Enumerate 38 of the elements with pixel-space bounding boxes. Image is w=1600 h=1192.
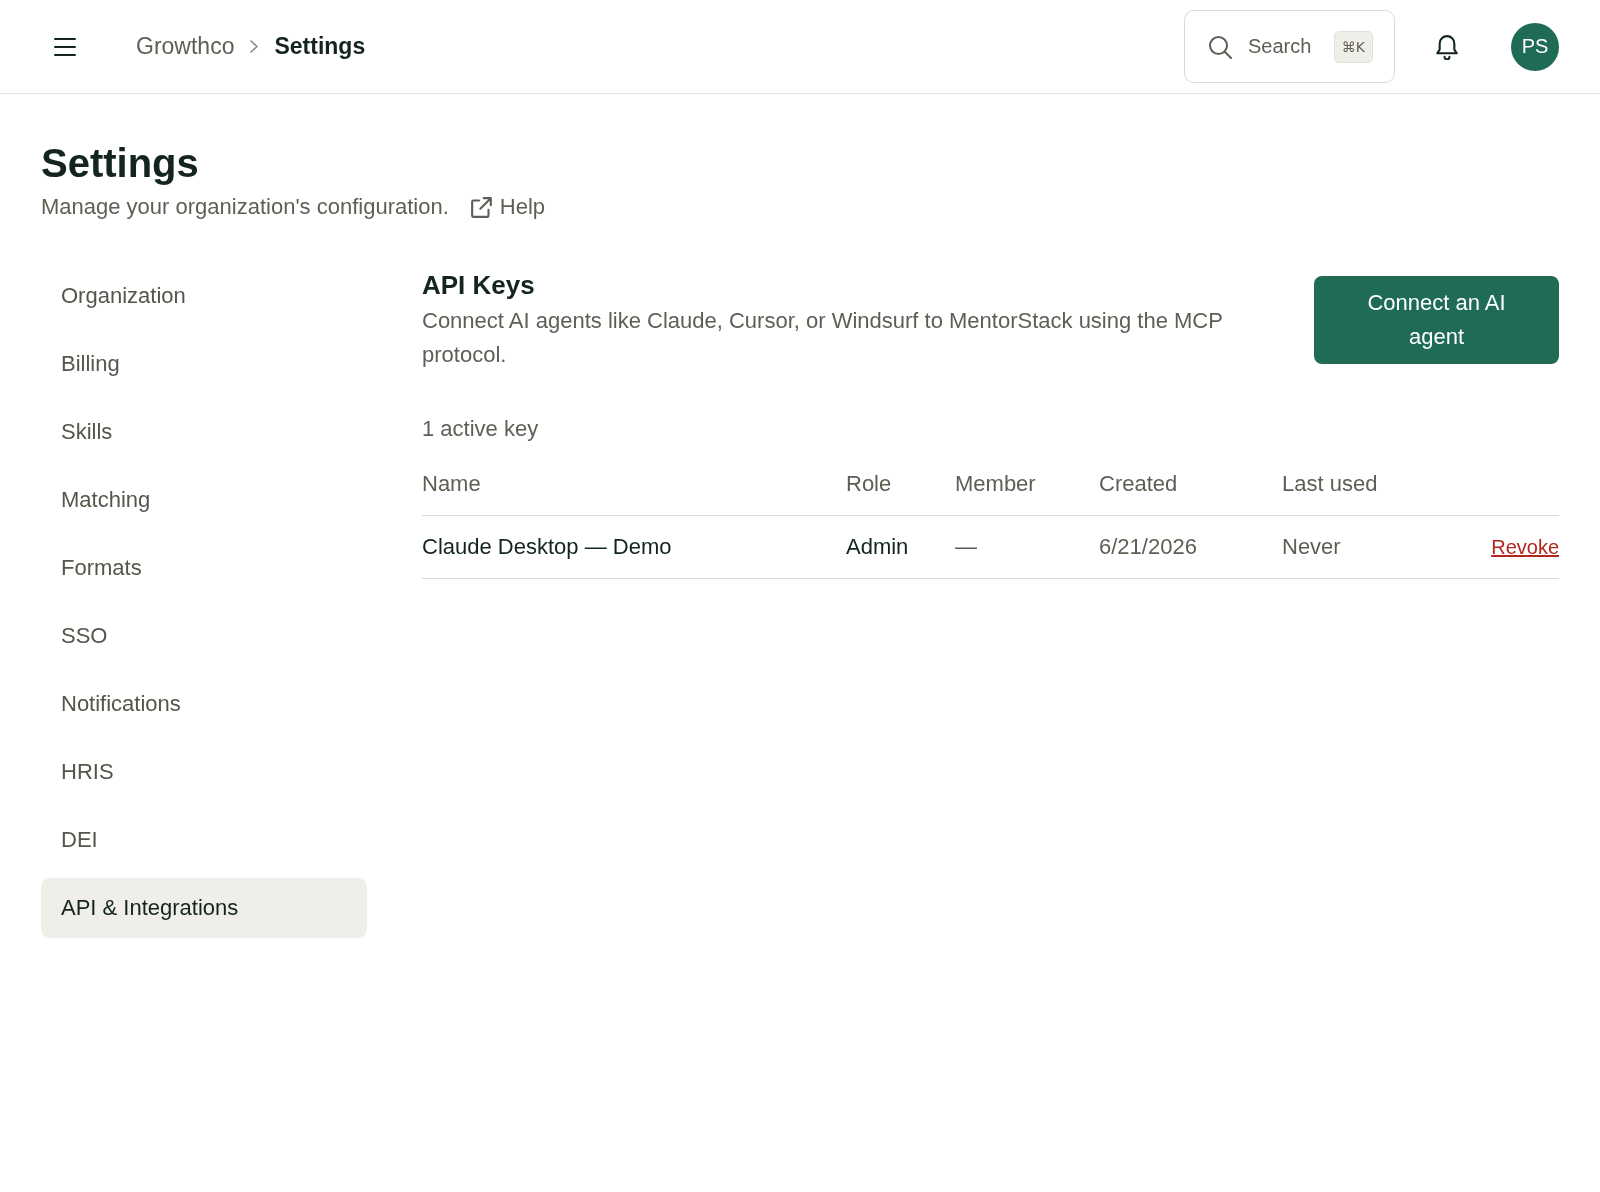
section-description: Connect AI agents like Claude, Cursor, or Windsurf to MentorStack using the MCP protocol. [422,307,1224,369]
table-cell: — [955,534,977,560]
table-cell: 6/21/2026 [1099,534,1197,560]
chevron-right-icon [250,40,259,53]
column-header: Name [422,471,481,497]
section-title: API Keys [422,270,535,300]
search-button[interactable]: Search ⌘K [1184,10,1395,83]
bell-icon [1436,33,1458,60]
sidebar-item[interactable]: Organization [41,266,367,326]
sidebar-item[interactable]: Skills [41,402,367,462]
sidebar-item[interactable]: SSO [41,606,367,666]
external-link-icon [470,196,492,218]
sidebar-item[interactable]: Billing [41,334,367,394]
sidebar-item[interactable]: Matching [41,470,367,530]
column-header: Created [1099,471,1178,497]
menu-icon [54,37,76,56]
revoke-link[interactable]: Revoke [1491,535,1559,559]
breadcrumb-link[interactable]: Growthco [136,33,235,60]
sidebar-item[interactable]: HRIS [41,742,367,802]
sidebar-item[interactable]: Notifications [41,674,367,734]
help-link[interactable]: Help [470,192,546,222]
sidebar-item[interactable]: API & Integrations [41,878,367,938]
table-cell: Claude Desktop — Demo [422,534,672,560]
table-cell: Never [1282,534,1341,560]
column-header: Member [955,471,1036,497]
page-subtitle: Manage your organization's configuration. [41,193,449,221]
table-cell: Admin [846,534,909,560]
page-title: Settings [41,140,199,187]
sidebar-item[interactable]: Formats [41,538,367,598]
connect-agent-button[interactable]: Connect an AI agent [1314,276,1559,364]
sidebar-item[interactable]: DEI [41,810,367,870]
column-header: Last used [1282,471,1378,497]
shortcut-key: ⌘K [1333,30,1373,63]
column-header: Role [846,471,892,497]
search-icon [1208,34,1232,59]
key-count: 1 active key [422,415,539,443]
user-avatar[interactable]: PS [1511,22,1559,71]
breadcrumb-current: Settings [274,33,366,60]
